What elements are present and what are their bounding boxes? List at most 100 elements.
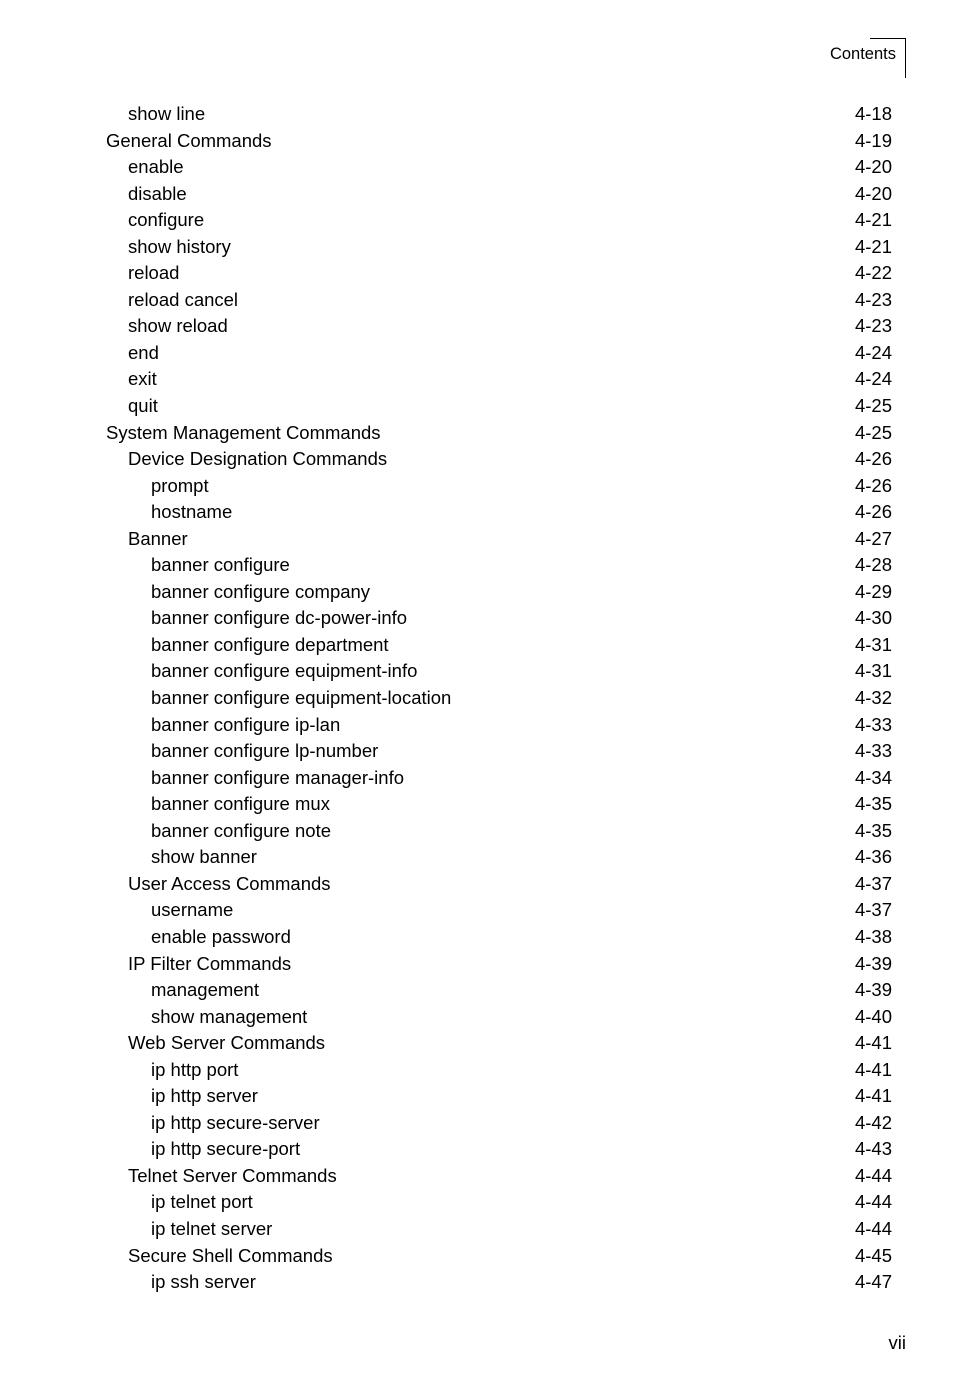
toc-entry-page-number: 4-37	[854, 872, 892, 894]
toc-entry-page-number: 4-20	[854, 156, 892, 178]
toc-entry-page-number: 4-40	[854, 1005, 892, 1027]
toc-entry-page-number: 4-34	[854, 766, 892, 788]
toc-entry-title: enable	[128, 156, 184, 178]
toc-entry[interactable]: General Commands 4-19	[106, 130, 892, 157]
toc-entry-page-number: 4-25	[854, 421, 892, 443]
toc-entry-title: show history	[128, 235, 231, 257]
toc-entry[interactable]: show banner 4-36	[106, 846, 892, 873]
toc-entry[interactable]: disable 4-20	[106, 183, 892, 210]
toc-entry-page-number: 4-31	[854, 660, 892, 682]
toc-entry[interactable]: banner configure mux 4-35	[106, 793, 892, 820]
toc-entry-title: ip http secure-port	[151, 1138, 301, 1160]
toc-entry-page-number: 4-21	[854, 235, 892, 257]
toc-entry[interactable]: show history 4-21	[106, 236, 892, 263]
toc-entry[interactable]: end 4-24	[106, 342, 892, 369]
toc-entry-page-number: 4-44	[854, 1217, 892, 1239]
toc-entry-page-number: 4-29	[854, 580, 892, 602]
toc-entry-title: Banner	[128, 527, 188, 549]
toc-entry-title: ip telnet port	[151, 1191, 253, 1213]
toc-entry[interactable]: management 4-39	[106, 979, 892, 1006]
toc-entry-page-number: 4-28	[854, 554, 892, 576]
toc-entry[interactable]: ip telnet port 4-44	[106, 1191, 892, 1218]
toc-entry-title: configure	[128, 209, 205, 231]
toc-entry[interactable]: enable password 4-38	[106, 926, 892, 953]
toc-entry-title: Telnet Server Commands	[128, 1164, 337, 1186]
toc-entry-title: prompt	[151, 474, 209, 496]
toc-entry[interactable]: show management 4-40	[106, 1006, 892, 1033]
toc-entry-page-number: 4-38	[854, 925, 892, 947]
toc-entry-title: ip http secure-server	[151, 1111, 320, 1133]
toc-entry-title: reload	[128, 262, 180, 284]
toc-entry-title: ip ssh server	[151, 1271, 256, 1293]
toc-entry-page-number: 4-20	[854, 182, 892, 204]
toc-entry[interactable]: hostname 4-26	[106, 501, 892, 528]
toc-entry[interactable]: System Management Commands 4-25	[106, 422, 892, 449]
toc-entry-title: banner configure dc-power-info	[151, 607, 408, 629]
toc-entry-title: banner configure ip-lan	[151, 713, 341, 735]
toc-entry[interactable]: Telnet Server Commands 4-44	[106, 1165, 892, 1192]
toc-entry-page-number: 4-18	[854, 103, 892, 124]
toc-entry-page-number: 4-24	[854, 368, 892, 390]
toc-entry[interactable]: banner configure company 4-29	[106, 581, 892, 608]
toc-entry-page-number: 4-36	[854, 846, 892, 868]
toc-entry[interactable]: banner configure 4-28	[106, 554, 892, 581]
toc-entry[interactable]: username 4-37	[106, 899, 892, 926]
toc-entry-page-number: 4-47	[854, 1271, 892, 1293]
toc-entry[interactable]: ip http secure-port 4-43	[106, 1138, 892, 1165]
toc-entry-page-number: 4-23	[854, 315, 892, 337]
toc-entry-page-number: 4-44	[854, 1164, 892, 1186]
toc-entry-page-number: 4-37	[854, 899, 892, 921]
toc-entry-title: banner configure manager-info	[151, 766, 404, 788]
running-header: Contents	[830, 38, 906, 78]
toc-entry-page-number: 4-21	[854, 209, 892, 231]
toc-entry[interactable]: Web Server Commands 4-41	[106, 1032, 892, 1059]
toc-entry[interactable]: banner configure department 4-31	[106, 634, 892, 661]
toc-entry-page-number: 4-33	[854, 740, 892, 762]
toc-entry[interactable]: ip http port 4-41	[106, 1059, 892, 1086]
toc-entry-title: show line	[128, 103, 206, 124]
toc-entry[interactable]: ip ssh server 4-47	[106, 1271, 892, 1298]
toc-entry[interactable]: configure 4-21	[106, 209, 892, 236]
toc-entry-page-number: 4-43	[854, 1138, 892, 1160]
toc-entry-title: disable	[128, 182, 187, 204]
toc-entry-title: User Access Commands	[128, 872, 331, 894]
toc-entry-title: show banner	[151, 846, 257, 868]
toc-entry-title: hostname	[151, 501, 233, 523]
toc-entry-title: username	[151, 899, 234, 921]
toc-entry-title: enable password	[151, 925, 291, 947]
toc-entry[interactable]: banner configure equipment-location 4-32	[106, 687, 892, 714]
toc-entry[interactable]: banner configure lp-number 4-33	[106, 740, 892, 767]
toc-entry[interactable]: User Access Commands 4-37	[106, 873, 892, 900]
toc-entry[interactable]: banner configure dc-power-info 4-30	[106, 607, 892, 634]
toc-entry-title: ip http server	[151, 1085, 258, 1107]
toc-entry[interactable]: ip http secure-server 4-42	[106, 1112, 892, 1139]
toc-entry[interactable]: exit 4-24	[106, 368, 892, 395]
toc-entry-page-number: 4-41	[854, 1032, 892, 1054]
toc-entry[interactable]: quit 4-25	[106, 395, 892, 422]
toc-entry-title: management	[151, 979, 259, 1001]
toc-entry-title: banner configure equipment-location	[151, 687, 452, 709]
toc-entry[interactable]: Secure Shell Commands 4-45	[106, 1245, 892, 1272]
toc-entry-title: banner configure company	[151, 580, 371, 602]
toc-entry-title: ip http port	[151, 1058, 239, 1080]
toc-entry[interactable]: reload 4-22	[106, 262, 892, 289]
toc-entry[interactable]: Banner 4-27	[106, 528, 892, 555]
toc-entry[interactable]: Device Designation Commands 4-26	[106, 448, 892, 475]
toc-entry-page-number: 4-22	[854, 262, 892, 284]
toc-entry[interactable]: prompt 4-26	[106, 475, 892, 502]
toc-entry-page-number: 4-45	[854, 1244, 892, 1266]
toc-entry[interactable]: ip telnet server 4-44	[106, 1218, 892, 1245]
toc-entry-page-number: 4-25	[854, 395, 892, 417]
toc-entry[interactable]: banner configure ip-lan 4-33	[106, 714, 892, 741]
toc-entry[interactable]: IP Filter Commands 4-39	[106, 953, 892, 980]
toc-entry-title: exit	[128, 368, 157, 390]
toc-entry[interactable]: banner configure equipment-info 4-31	[106, 660, 892, 687]
toc-entry[interactable]: reload cancel 4-23	[106, 289, 892, 316]
toc-entry-title: quit	[128, 395, 158, 417]
toc-entry[interactable]: banner configure manager-info 4-34	[106, 767, 892, 794]
toc-entry[interactable]: show line 4-18	[106, 103, 892, 130]
toc-entry[interactable]: enable 4-20	[106, 156, 892, 183]
toc-entry[interactable]: show reload 4-23	[106, 315, 892, 342]
toc-entry[interactable]: ip http server 4-41	[106, 1085, 892, 1112]
toc-entry[interactable]: banner configure note 4-35	[106, 820, 892, 847]
